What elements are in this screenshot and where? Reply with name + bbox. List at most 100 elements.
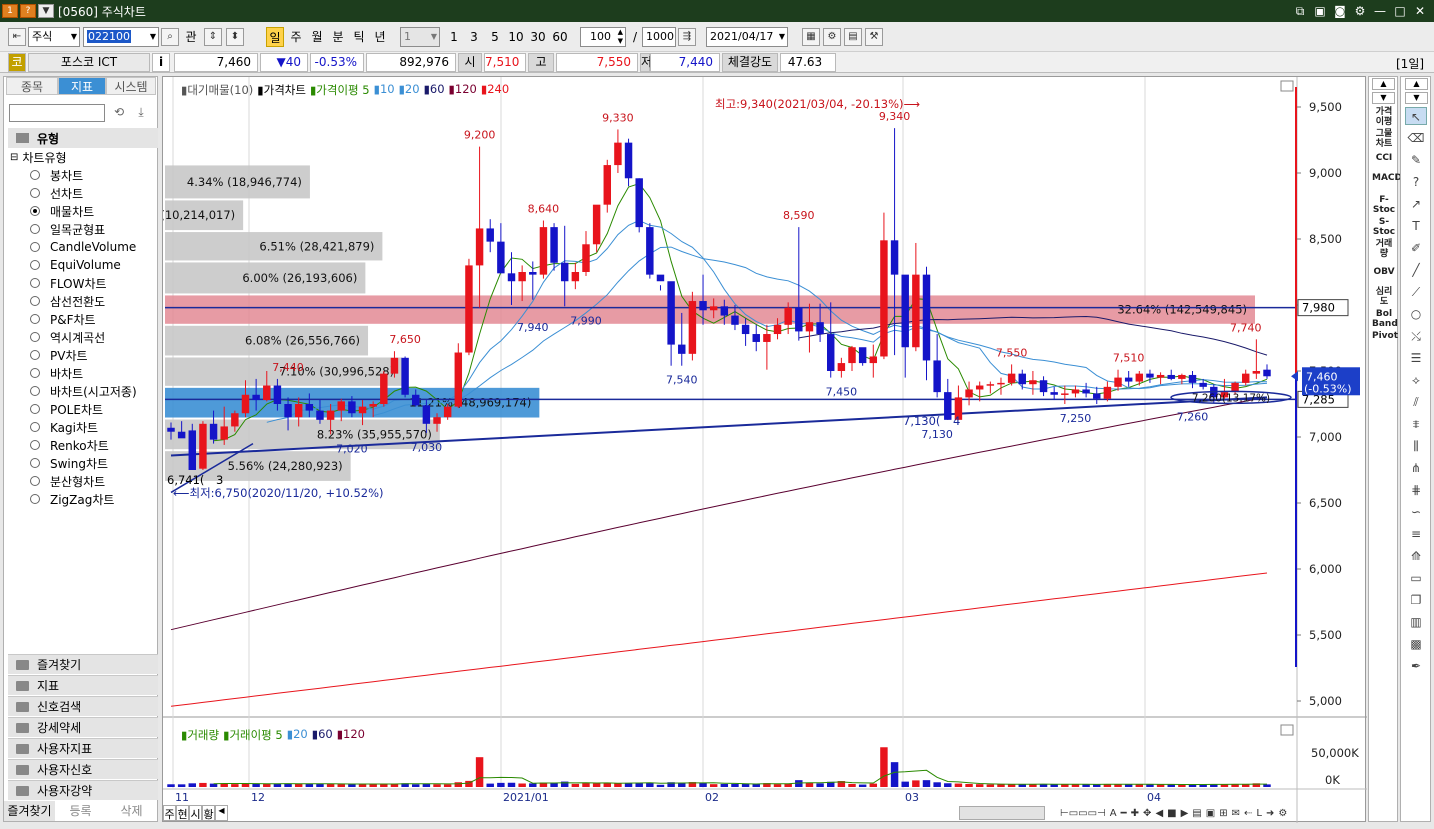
chart-type-item[interactable]: 분산형차트 <box>30 472 105 490</box>
chart-type-item[interactable]: 매물차트 <box>30 202 94 220</box>
count-input[interactable]: 100 ▲ ▼ <box>580 27 626 47</box>
code-input[interactable]: 022100 ▼ <box>83 27 159 47</box>
print-icon[interactable]: ▤ <box>1192 808 1201 819</box>
indicator-button[interactable]: Pivot <box>1372 331 1398 341</box>
indicator-button[interactable]: Bol Band <box>1372 309 1398 329</box>
price-chart[interactable]: 11 12 2021/01 02 03 04 4.34% (18,946,774) 2.34%… <box>163 77 1367 823</box>
arrow-tool-icon[interactable]: ↗ <box>1405 195 1427 213</box>
prev-icon[interactable]: ◀ <box>1155 808 1163 819</box>
volume-close-box[interactable] <box>1280 724 1294 736</box>
stop-icon[interactable]: ■ <box>1167 808 1176 819</box>
chart-type-item[interactable]: Kagi차트 <box>30 418 98 436</box>
tools-icon[interactable]: ⚒ <box>865 28 883 46</box>
back-icon[interactable]: ⇠ <box>1244 808 1252 819</box>
period-year[interactable]: 년 <box>371 27 389 47</box>
zoom-a-icon[interactable]: A <box>1110 808 1117 819</box>
tools-up-icon[interactable]: ▲ <box>1405 78 1428 90</box>
pitchfork-icon[interactable]: ⋔ <box>1405 459 1427 477</box>
indicator-button[interactable]: 가격이평 <box>1372 107 1396 127</box>
radio-button[interactable] <box>30 476 40 486</box>
link-icon[interactable]: ⧉ <box>1292 3 1308 19</box>
next-icon[interactable]: ▶ <box>1181 808 1189 819</box>
scroll-down-icon[interactable]: ▼ <box>1372 92 1395 104</box>
period-minute[interactable]: 분 <box>329 27 347 47</box>
radio-button[interactable] <box>30 260 40 270</box>
tab-stock[interactable]: 종목 <box>6 77 58 95</box>
chart-type-item[interactable]: Renko차트 <box>30 436 109 454</box>
chart-type-item[interactable]: 선차트 <box>30 184 83 202</box>
search-icon[interactable]: ⌕ <box>161 28 179 46</box>
bottom-tab-register[interactable]: 등록 <box>55 801 106 821</box>
window-icon[interactable]: ▭ <box>1405 569 1427 587</box>
circle-icon[interactable]: ○ <box>1405 305 1427 323</box>
chart-type-item[interactable]: POLE차트 <box>30 400 103 418</box>
radio-button[interactable] <box>30 278 40 288</box>
radio-button[interactable] <box>30 242 40 252</box>
indicator-search-input[interactable] <box>9 104 105 122</box>
cursor-icon[interactable]: ↖ <box>1405 107 1427 125</box>
folder-item[interactable]: 사용자강약 <box>8 780 158 800</box>
bar-tool-icon[interactable]: ▥ <box>1405 613 1427 631</box>
refresh-icon[interactable]: ⇕ <box>204 28 222 46</box>
save-icon[interactable]: ▤ <box>844 28 862 46</box>
camera-icon[interactable]: ◙ <box>1332 3 1348 19</box>
gwan-button[interactable]: 관 <box>182 27 200 47</box>
chart-type-item[interactable]: FLOW차트 <box>30 274 107 292</box>
period-tick[interactable]: 틱 <box>350 27 368 47</box>
tab-indicator[interactable]: 지표 <box>58 77 106 95</box>
auto-icon[interactable]: ⟰ <box>1405 547 1427 565</box>
apply-icon[interactable]: ⇶ <box>678 28 696 46</box>
app-icon[interactable]: 1 <box>2 4 18 18</box>
interval-1[interactable]: 1 <box>446 27 462 47</box>
nav-left-icon[interactable]: ◀ <box>215 805 228 821</box>
radio-button[interactable] <box>30 422 40 432</box>
chart-area[interactable]: 11 12 2021/01 02 03 04 4.34% (18,946,774) 2.34%… <box>162 76 1367 823</box>
save-chart-icon[interactable]: ▣ <box>1206 808 1215 819</box>
folder-item[interactable]: 강세약세 <box>8 717 158 737</box>
folder-item[interactable]: 지표 <box>8 675 158 695</box>
channel-icon[interactable]: ☰ <box>1405 349 1427 367</box>
indicator-button[interactable]: 심리도 <box>1372 287 1396 307</box>
chart-icon[interactable]: ▦ <box>802 28 820 46</box>
indicator-button[interactable]: 거래량 <box>1372 239 1396 259</box>
fan-icon[interactable]: ⫽ <box>1405 393 1427 411</box>
interval-10[interactable]: 10 <box>506 27 526 47</box>
radio-button[interactable] <box>30 494 40 504</box>
l-icon[interactable]: L <box>1256 808 1262 819</box>
nav-hwang[interactable]: 황 <box>202 805 215 821</box>
radio-button[interactable] <box>30 440 40 450</box>
period-day[interactable]: 일 <box>266 27 284 47</box>
folder-item[interactable]: 신호검색 <box>8 696 158 716</box>
help-icon[interactable]: ? <box>20 4 36 18</box>
indicator-button[interactable]: S-Stoc <box>1372 217 1396 237</box>
text-tool-icon[interactable]: T <box>1405 217 1427 235</box>
save-window-icon[interactable]: ▣ <box>1312 3 1328 19</box>
tools-down-icon[interactable]: ▼ <box>1405 92 1428 104</box>
indicator-button[interactable]: MACD <box>1372 173 1402 183</box>
chart-type-item[interactable]: Swing차트 <box>30 454 108 472</box>
first-icon[interactable]: ⇤ <box>8 28 26 46</box>
radio-button[interactable] <box>30 368 40 378</box>
scrollbar-track[interactable] <box>959 806 1045 820</box>
bottom-tab-favorites[interactable]: 즐겨찾기 <box>4 801 55 821</box>
grid-icon[interactable]: ⊞ <box>1219 808 1227 819</box>
settings-icon[interactable]: ⚙ <box>1352 3 1368 19</box>
tree-root[interactable]: ⊟ 차트유형 <box>10 149 67 166</box>
chart-type-item[interactable]: P&F차트 <box>30 310 96 328</box>
nav-ju[interactable]: 주 <box>163 805 176 821</box>
chart-type-item[interactable]: 봉차트 <box>30 166 83 184</box>
nav-si[interactable]: 시 <box>189 805 202 821</box>
radio-button[interactable] <box>30 170 40 180</box>
mail-icon[interactable]: ✉ <box>1232 808 1240 819</box>
close-icon[interactable]: ✕ <box>1412 3 1428 19</box>
chart-type-item[interactable]: CandleVolume <box>30 238 136 256</box>
chart-type-item[interactable]: 삼선전환도 <box>30 292 105 310</box>
radio-button[interactable] <box>30 458 40 468</box>
nav-hyun[interactable]: 현 <box>176 805 189 821</box>
minimize-icon[interactable]: — <box>1372 3 1388 19</box>
indicator-button[interactable]: OBV <box>1372 267 1396 277</box>
brush-icon[interactable]: ✒ <box>1405 657 1427 675</box>
pan-icon[interactable]: ✥ <box>1143 808 1151 819</box>
zoom-in-icon[interactable]: ✚ <box>1131 808 1139 819</box>
folder-item[interactable]: 사용자신호 <box>8 759 158 779</box>
